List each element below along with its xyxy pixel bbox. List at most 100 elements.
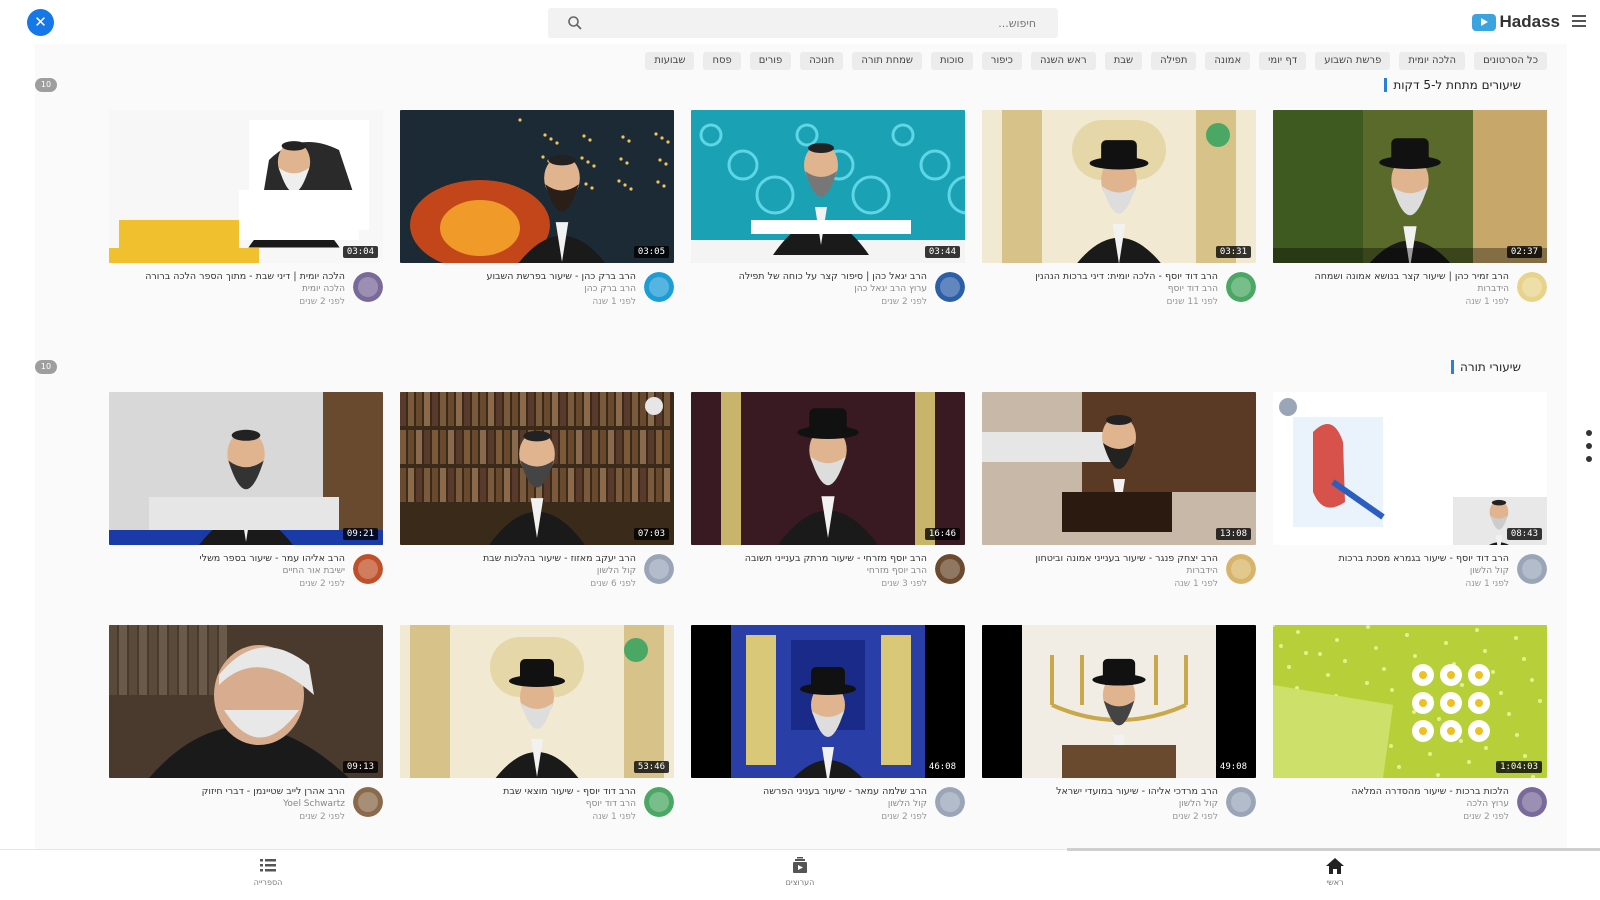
category-chip[interactable]: הלכה יומית (1399, 52, 1466, 70)
channel-avatar[interactable] (644, 554, 674, 584)
video-title[interactable]: הרב שלמה עמאר - שיעור בעניני הפרשה (691, 785, 927, 798)
channel-avatar[interactable] (1226, 272, 1256, 302)
channel-name[interactable]: ישיבת אור החיים (109, 565, 345, 578)
video-card[interactable]: 08:43 הרב דוד יוסף - שיעור בגמרא מסכת בר… (1273, 392, 1547, 610)
channel-name[interactable]: הרב יוסף מזרחי (691, 565, 927, 578)
video-card[interactable]: 13:08 הרב יצחק פנגר - שיעור בענייני אמונ… (982, 392, 1256, 610)
channel-name[interactable]: הרב ברק כהן (400, 283, 636, 296)
channel-name[interactable]: הידברות (1273, 283, 1509, 296)
channel-avatar[interactable] (935, 554, 965, 584)
category-chip[interactable]: דף יומי (1259, 52, 1307, 70)
nav-home[interactable]: ראשי (1285, 856, 1385, 896)
video-card[interactable]: 16:46 הרב יוסף מזרחי - שיעור מרתק בעניינ… (691, 392, 965, 610)
search-input[interactable] (600, 12, 1050, 34)
video-thumbnail[interactable]: 13:08 (982, 392, 1256, 545)
video-title[interactable]: הרב יעקב מאזוז - שיעור בהלכות שבת (400, 552, 636, 565)
category-chip[interactable]: ראש השנה (1030, 52, 1096, 70)
video-card[interactable]: 09:13 הרב אהרן לייב שטיינמן - דברי חיזוק… (109, 625, 383, 843)
video-card[interactable]: 07:03 הרב יעקב מאזוז - שיעור בהלכות שבת … (400, 392, 674, 610)
channel-name[interactable]: הידברות (982, 565, 1218, 578)
channel-avatar[interactable] (353, 787, 383, 817)
video-card[interactable]: 02:37 הרב זמיר כהן | שיעור קצר בנושא אמו… (1273, 110, 1547, 328)
channel-name[interactable]: קול הלשון (1273, 565, 1509, 578)
video-title[interactable]: הרב אהרן לייב שטיינמן - דברי חיזוק (109, 785, 345, 798)
channel-name[interactable]: ערוץ הרב יגאל כהן (691, 283, 927, 296)
category-chip[interactable]: תפילה (1151, 52, 1197, 70)
category-chip[interactable]: אמונה (1205, 52, 1251, 70)
channel-avatar[interactable] (644, 272, 674, 302)
video-thumbnail[interactable]: 03:31 (982, 110, 1256, 263)
video-card[interactable]: 09:21 הרב אליהו עמר - שיעור בספר משלי יש… (109, 392, 383, 610)
video-title[interactable]: הרב יוסף מזרחי - שיעור מרתק בענייני תשוב… (691, 552, 927, 565)
menu-icon[interactable] (1572, 15, 1586, 27)
channel-name[interactable]: קול הלשון (400, 565, 636, 578)
video-card[interactable]: 03:31 הרב דוד יוסף - הלכה יומית: דיני בר… (982, 110, 1256, 328)
channel-avatar[interactable] (1226, 787, 1256, 817)
video-title[interactable]: הרב דוד יוסף - שיעור מוצאי שבת (400, 785, 636, 798)
channel-avatar[interactable] (935, 272, 965, 302)
video-thumbnail[interactable]: 03:44 (691, 110, 965, 263)
video-title[interactable]: הרב דוד יוסף - שיעור בגמרא מסכת ברכות (1273, 552, 1509, 565)
channel-name[interactable]: Yoel Schwartz (109, 798, 345, 811)
video-thumbnail[interactable]: 03:05 (400, 110, 674, 263)
section-count-badge[interactable]: 10 (35, 78, 57, 92)
video-title[interactable]: הרב זמיר כהן | שיעור קצר בנושא אמונה ושמ… (1273, 270, 1509, 283)
channel-avatar[interactable] (1226, 554, 1256, 584)
video-card[interactable]: 1:04:03 הלכות ברכות - שיעור מהסדרה המלאה… (1273, 625, 1547, 843)
category-chip[interactable]: כיפור (981, 52, 1022, 70)
video-card[interactable]: 53:46 הרב דוד יוסף - שיעור מוצאי שבת הרב… (400, 625, 674, 843)
category-chip[interactable]: כל הסרטונים (1474, 52, 1547, 70)
video-thumbnail[interactable]: 09:13 (109, 625, 383, 778)
video-thumbnail[interactable]: 03:04 (109, 110, 383, 263)
video-thumbnail[interactable]: 16:46 (691, 392, 965, 545)
category-chip[interactable]: פסח (703, 52, 741, 70)
video-thumbnail[interactable]: 49:08 (982, 625, 1256, 778)
video-thumbnail[interactable]: 46:08 (691, 625, 965, 778)
category-chip[interactable]: שמחת תורה (852, 52, 922, 70)
video-title[interactable]: הרב מרדכי אליהו - שיעור במועדי ישראל (982, 785, 1218, 798)
video-thumbnail[interactable]: 1:04:03 (1273, 625, 1547, 778)
category-chip[interactable]: פורים (749, 52, 792, 70)
channel-avatar[interactable] (644, 787, 674, 817)
channel-avatar[interactable] (1517, 272, 1547, 302)
video-card[interactable]: 49:08 הרב מרדכי אליהו - שיעור במועדי ישר… (982, 625, 1256, 843)
nav-channels[interactable]: הערוצים (750, 856, 850, 896)
video-title[interactable]: הרב יגאל כהן | סיפור קצר על כוחה של תפיל… (691, 270, 927, 283)
category-chip[interactable]: פרשת השבוע (1315, 52, 1391, 70)
video-title[interactable]: הרב יצחק פנגר - שיעור בענייני אמונה וביט… (982, 552, 1218, 565)
channel-avatar[interactable] (935, 787, 965, 817)
video-card[interactable]: 46:08 הרב שלמה עמאר - שיעור בעניני הפרשה… (691, 625, 965, 843)
category-chip[interactable]: חנוכה (800, 52, 844, 70)
channel-name[interactable]: הרב דוד יוסף (982, 283, 1218, 296)
video-title[interactable]: הלכה יומית | דיני שבת - מתוך הספר הלכה ב… (109, 270, 345, 283)
category-chip[interactable]: שבועות (645, 52, 695, 70)
search-bar[interactable] (548, 8, 1058, 38)
video-thumbnail[interactable]: 02:37 (1273, 110, 1547, 263)
category-chip[interactable]: שבת (1104, 52, 1143, 70)
channel-name[interactable]: הרב דוד יוסף (400, 798, 636, 811)
search-icon[interactable] (566, 14, 584, 32)
video-thumbnail[interactable]: 07:03 (400, 392, 674, 545)
nav-library[interactable]: הספרייה (218, 856, 318, 896)
video-title[interactable]: הלכות ברכות - שיעור מהסדרה המלאה (1273, 785, 1509, 798)
close-button[interactable]: ✕ (27, 9, 54, 36)
video-thumbnail[interactable]: 09:21 (109, 392, 383, 545)
video-title[interactable]: הרב דוד יוסף - הלכה יומית: דיני ברכות הנ… (982, 270, 1218, 283)
channel-avatar[interactable] (1517, 787, 1547, 817)
channel-avatar[interactable] (353, 554, 383, 584)
channel-avatar[interactable] (353, 272, 383, 302)
channel-avatar[interactable] (1517, 554, 1547, 584)
category-chip[interactable]: סוכות (930, 52, 973, 70)
video-card[interactable]: 03:04 הלכה יומית | דיני שבת - מתוך הספר … (109, 110, 383, 328)
video-card[interactable]: 03:05 הרב ברק כהן - שיעור בפרשת השבוע הר… (400, 110, 674, 328)
video-thumbnail[interactable]: 53:46 (400, 625, 674, 778)
video-card[interactable]: 03:44 הרב יגאל כהן | סיפור קצר על כוחה ש… (691, 110, 965, 328)
channel-name[interactable]: ערוץ הלכה (1273, 798, 1509, 811)
more-options-icon[interactable] (1586, 430, 1592, 470)
video-thumbnail[interactable]: 08:43 (1273, 392, 1547, 545)
channel-name[interactable]: קול הלשון (691, 798, 927, 811)
channel-name[interactable]: קול הלשון (982, 798, 1218, 811)
section-count-badge[interactable]: 10 (35, 360, 57, 374)
video-title[interactable]: הרב ברק כהן - שיעור בפרשת השבוע (400, 270, 637, 283)
channel-name[interactable]: הלכה יומית (109, 283, 345, 296)
